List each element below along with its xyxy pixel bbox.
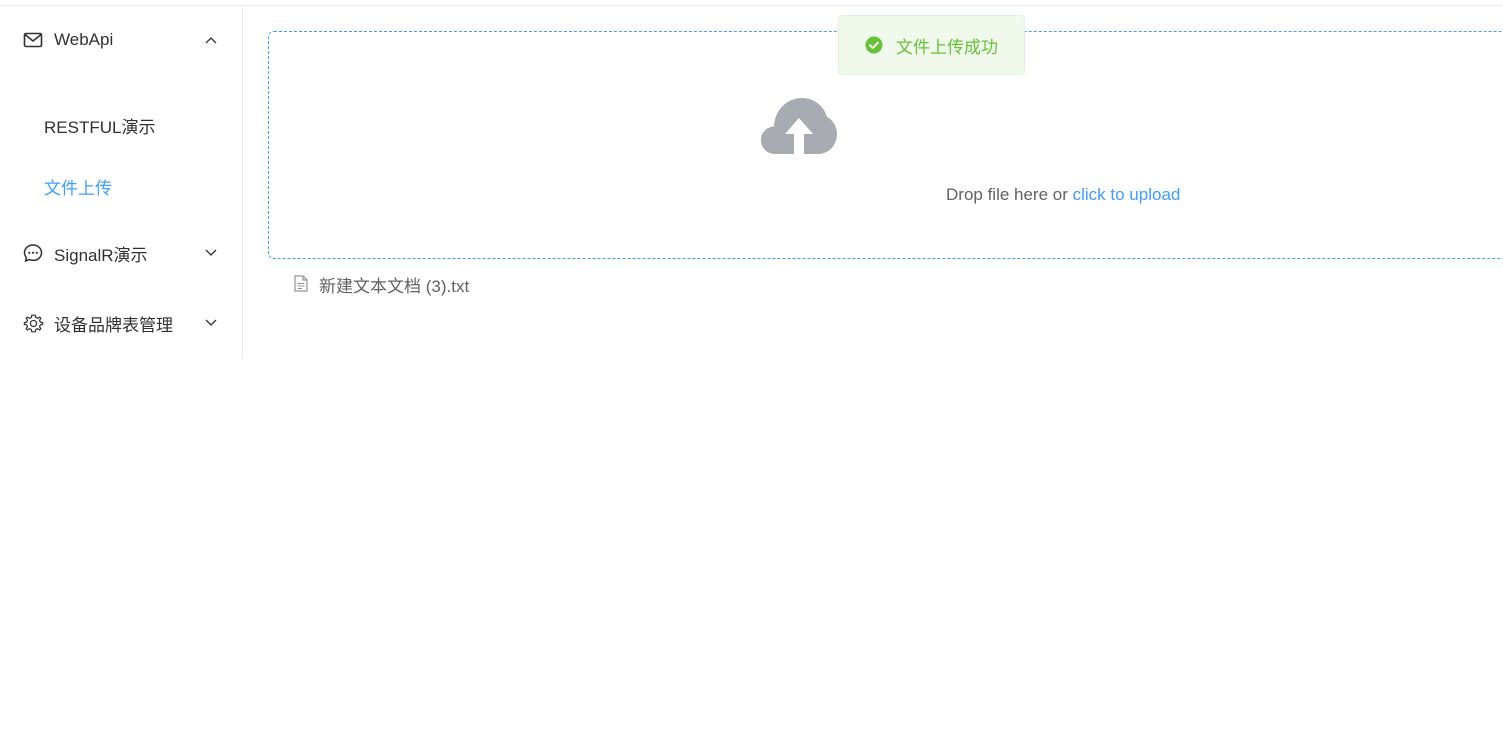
success-check-icon	[864, 35, 884, 55]
submenu-signalr-label: SignalR演示	[54, 245, 148, 265]
chat-icon	[22, 242, 44, 264]
success-message-toast: 文件上传成功	[838, 15, 1025, 75]
menu-item-restful[interactable]: RESTFUL演示	[0, 100, 242, 150]
uploaded-file-name: 新建文本文档 (3).txt	[319, 276, 470, 296]
chevron-down-icon	[204, 246, 218, 260]
submenu-device-brand[interactable]: 设备品牌表管理	[0, 295, 242, 351]
submenu-signalr[interactable]: SignalR演示	[0, 225, 242, 281]
submenu-webapi[interactable]: WebApi	[0, 12, 242, 68]
menu-item-file-upload-label: 文件上传	[44, 178, 112, 198]
click-to-upload-link[interactable]: click to upload	[1073, 185, 1181, 204]
chevron-up-icon	[204, 33, 218, 47]
submenu-device-brand-label: 设备品牌表管理	[54, 315, 173, 335]
menu-item-file-upload[interactable]: 文件上传	[0, 161, 242, 211]
cloud-upload-icon	[761, 96, 837, 156]
sidebar-menu: WebApi RESTFUL演示 文件上传 SignalR演示 设备品牌表管理	[0, 6, 243, 359]
document-icon	[294, 275, 310, 293]
gear-icon	[22, 312, 44, 334]
menu-item-restful-label: RESTFUL演示	[44, 117, 156, 137]
upload-hint-text: Drop file here or	[946, 185, 1068, 204]
mail-icon	[22, 29, 44, 51]
uploaded-file-item[interactable]: 新建文本文档 (3).txt	[294, 272, 469, 296]
chevron-down-icon	[204, 316, 218, 330]
submenu-webapi-label: WebApi	[54, 30, 114, 49]
toast-message: 文件上传成功	[896, 37, 998, 57]
